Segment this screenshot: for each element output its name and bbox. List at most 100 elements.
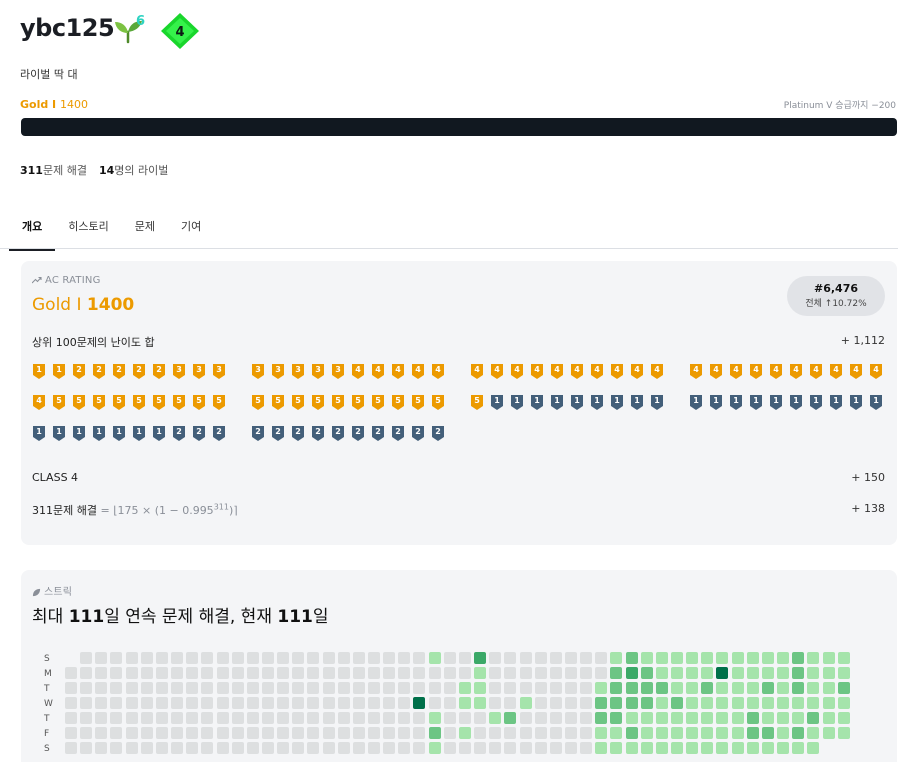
- streak-day-cell[interactable]: [140, 652, 153, 664]
- streak-day-cell[interactable]: [746, 727, 759, 739]
- streak-day-cell[interactable]: [564, 697, 577, 709]
- streak-day-cell[interactable]: [231, 682, 244, 694]
- streak-day-cell[interactable]: [246, 697, 259, 709]
- streak-day-cell[interactable]: [580, 652, 593, 664]
- problem-tier-badge[interactable]: 1: [770, 395, 782, 410]
- streak-day-cell[interactable]: [746, 697, 759, 709]
- streak-day-cell[interactable]: [140, 727, 153, 739]
- problem-tier-badge[interactable]: 3: [312, 364, 324, 379]
- problem-tier-badge[interactable]: 4: [850, 364, 862, 379]
- streak-day-cell[interactable]: [155, 652, 168, 664]
- problem-tier-badge[interactable]: 1: [73, 426, 85, 441]
- streak-day-cell[interactable]: [458, 667, 471, 679]
- streak-day-cell[interactable]: [625, 697, 638, 709]
- streak-day-cell[interactable]: [655, 652, 668, 664]
- tab-contributions[interactable]: 기여: [168, 212, 214, 251]
- streak-day-cell[interactable]: [383, 652, 396, 664]
- streak-day-cell[interactable]: [231, 667, 244, 679]
- streak-day-cell[interactable]: [580, 667, 593, 679]
- streak-day-cell[interactable]: [65, 697, 77, 709]
- problem-tier-badge[interactable]: 2: [272, 426, 284, 441]
- streak-day-cell[interactable]: [352, 727, 365, 739]
- problem-tier-badge[interactable]: 5: [153, 395, 165, 410]
- streak-day-cell[interactable]: [186, 742, 199, 754]
- problem-tier-badge[interactable]: 5: [53, 395, 65, 410]
- streak-day-cell[interactable]: [777, 652, 790, 664]
- streak-day-cell[interactable]: [837, 712, 850, 724]
- streak-day-cell[interactable]: [792, 742, 805, 754]
- streak-day-cell[interactable]: [140, 712, 153, 724]
- streak-day-cell[interactable]: [610, 712, 623, 724]
- streak-day-cell[interactable]: [307, 727, 320, 739]
- streak-day-cell[interactable]: [837, 652, 850, 664]
- streak-day-cell[interactable]: [322, 712, 335, 724]
- streak-day-cell[interactable]: [277, 667, 290, 679]
- streak-day-cell[interactable]: [261, 667, 274, 679]
- streak-day-cell[interactable]: [595, 652, 608, 664]
- streak-day-cell[interactable]: [413, 652, 426, 664]
- streak-day-cell[interactable]: [231, 742, 244, 754]
- streak-day-cell[interactable]: [443, 667, 456, 679]
- streak-day-cell[interactable]: [474, 712, 487, 724]
- problem-tier-badge[interactable]: 1: [511, 395, 523, 410]
- streak-day-cell[interactable]: [231, 652, 244, 664]
- streak-day-cell[interactable]: [640, 727, 653, 739]
- streak-day-cell[interactable]: [640, 712, 653, 724]
- streak-day-cell[interactable]: [171, 697, 184, 709]
- streak-day-cell[interactable]: [610, 742, 623, 754]
- streak-day-cell[interactable]: [504, 727, 517, 739]
- streak-day-cell[interactable]: [428, 727, 441, 739]
- streak-day-cell[interactable]: [489, 697, 502, 709]
- streak-day-cell[interactable]: [534, 667, 547, 679]
- streak-day-cell[interactable]: [216, 697, 229, 709]
- streak-day-cell[interactable]: [625, 712, 638, 724]
- streak-day-cell[interactable]: [564, 667, 577, 679]
- streak-day-cell[interactable]: [474, 727, 487, 739]
- streak-day-cell[interactable]: [534, 697, 547, 709]
- streak-day-cell[interactable]: [474, 682, 487, 694]
- streak-day-cell[interactable]: [443, 712, 456, 724]
- streak-day-cell[interactable]: [731, 697, 744, 709]
- streak-day-cell[interactable]: [65, 682, 77, 694]
- streak-day-cell[interactable]: [489, 742, 502, 754]
- problem-tier-badge[interactable]: 2: [412, 426, 424, 441]
- problem-tier-badge[interactable]: 1: [133, 426, 145, 441]
- streak-day-cell[interactable]: [352, 697, 365, 709]
- streak-day-cell[interactable]: [110, 652, 123, 664]
- problem-tier-badge[interactable]: 4: [432, 364, 444, 379]
- streak-day-cell[interactable]: [95, 652, 108, 664]
- streak-day-cell[interactable]: [519, 667, 532, 679]
- streak-day-cell[interactable]: [595, 742, 608, 754]
- streak-day-cell[interactable]: [777, 667, 790, 679]
- streak-day-cell[interactable]: [65, 667, 77, 679]
- streak-day-cell[interactable]: [837, 682, 850, 694]
- streak-day-cell[interactable]: [564, 652, 577, 664]
- streak-day-cell[interactable]: [746, 742, 759, 754]
- streak-day-cell[interactable]: [201, 652, 214, 664]
- streak-day-cell[interactable]: [322, 727, 335, 739]
- problem-tier-badge[interactable]: 4: [471, 364, 483, 379]
- streak-day-cell[interactable]: [701, 652, 714, 664]
- streak-day-cell[interactable]: [701, 727, 714, 739]
- streak-day-cell[interactable]: [564, 712, 577, 724]
- streak-day-cell[interactable]: [610, 667, 623, 679]
- streak-day-cell[interactable]: [125, 712, 138, 724]
- problem-tier-badge[interactable]: 5: [392, 395, 404, 410]
- streak-day-cell[interactable]: [155, 697, 168, 709]
- problem-tier-badge[interactable]: 3: [272, 364, 284, 379]
- streak-day-cell[interactable]: [458, 682, 471, 694]
- problem-tier-badge[interactable]: 2: [113, 364, 125, 379]
- streak-day-cell[interactable]: [792, 652, 805, 664]
- problem-tier-badge[interactable]: 2: [312, 426, 324, 441]
- streak-day-cell[interactable]: [110, 682, 123, 694]
- problem-tier-badge[interactable]: 5: [292, 395, 304, 410]
- streak-day-cell[interactable]: [216, 652, 229, 664]
- streak-day-cell[interactable]: [352, 652, 365, 664]
- streak-day-cell[interactable]: [458, 727, 471, 739]
- streak-day-cell[interactable]: [246, 742, 259, 754]
- streak-day-cell[interactable]: [261, 712, 274, 724]
- streak-day-cell[interactable]: [822, 727, 835, 739]
- streak-day-cell[interactable]: [716, 667, 729, 679]
- streak-day-cell[interactable]: [807, 727, 820, 739]
- streak-day-cell[interactable]: [337, 652, 350, 664]
